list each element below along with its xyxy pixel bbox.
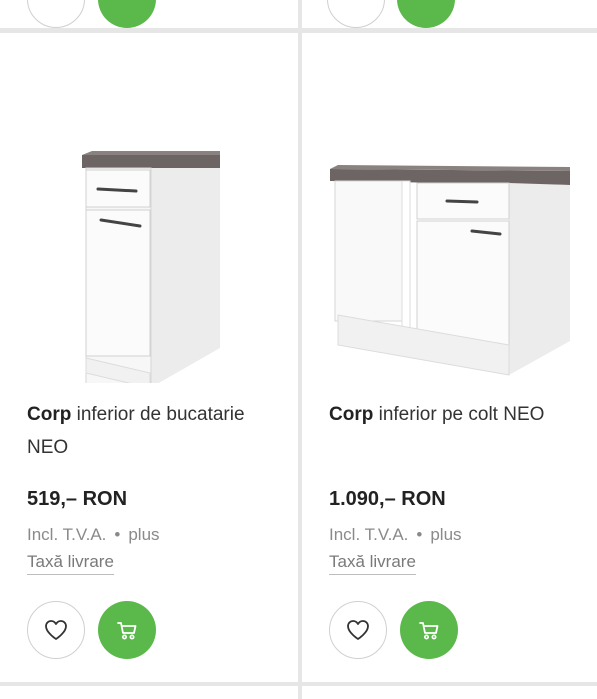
heart-icon bbox=[347, 620, 369, 640]
vat-plus: plus bbox=[430, 525, 462, 544]
add-to-cart-button[interactable] bbox=[98, 0, 156, 28]
wishlist-button[interactable] bbox=[27, 601, 85, 659]
product-card-partial bbox=[0, 686, 298, 699]
product-card-partial bbox=[302, 686, 597, 699]
heart-icon bbox=[45, 620, 67, 640]
vat-plus: plus bbox=[128, 525, 160, 544]
product-title[interactable]: Corp inferior pe colt NEO bbox=[329, 398, 579, 431]
product-title-rest: inferior pe colt NEO bbox=[373, 404, 545, 425]
product-card-partial bbox=[302, 0, 597, 28]
delivery-fee-link[interactable]: Taxă livrare bbox=[27, 552, 114, 575]
delivery-fee-link[interactable]: Taxă livrare bbox=[329, 552, 416, 575]
wishlist-button[interactable] bbox=[327, 0, 385, 28]
product-title-bold: Corp bbox=[329, 404, 374, 425]
vat-info: Incl. T.V.A. • plus bbox=[27, 525, 160, 545]
product-price: 1.090,– RON bbox=[329, 488, 446, 510]
vat-info: Incl. T.V.A. • plus bbox=[329, 525, 462, 545]
product-card[interactable]: Corp inferior pe colt NEO 1.090,– RON In… bbox=[302, 33, 597, 682]
product-image[interactable] bbox=[0, 83, 298, 383]
product-price: 519,– RON bbox=[27, 488, 128, 510]
product-title[interactable]: Corp inferior de bucatarie NEO bbox=[27, 398, 277, 464]
vat-label: Incl. T.V.A. bbox=[27, 525, 107, 544]
wishlist-button[interactable] bbox=[329, 601, 387, 659]
product-image[interactable] bbox=[302, 83, 597, 383]
product-card-partial bbox=[0, 0, 298, 28]
add-to-cart-button[interactable] bbox=[400, 601, 458, 659]
wishlist-button[interactable] bbox=[27, 0, 85, 28]
product-title-bold: Corp bbox=[27, 404, 72, 425]
cart-icon bbox=[419, 622, 439, 640]
cart-icon bbox=[117, 622, 137, 640]
add-to-cart-button[interactable] bbox=[397, 0, 455, 28]
separator-dot: • bbox=[114, 525, 121, 544]
product-card[interactable]: Corp inferior de bucatarie NEO 519,– RON… bbox=[0, 33, 298, 682]
add-to-cart-button[interactable] bbox=[98, 601, 156, 659]
separator-dot: • bbox=[416, 525, 423, 544]
vat-label: Incl. T.V.A. bbox=[329, 525, 409, 544]
